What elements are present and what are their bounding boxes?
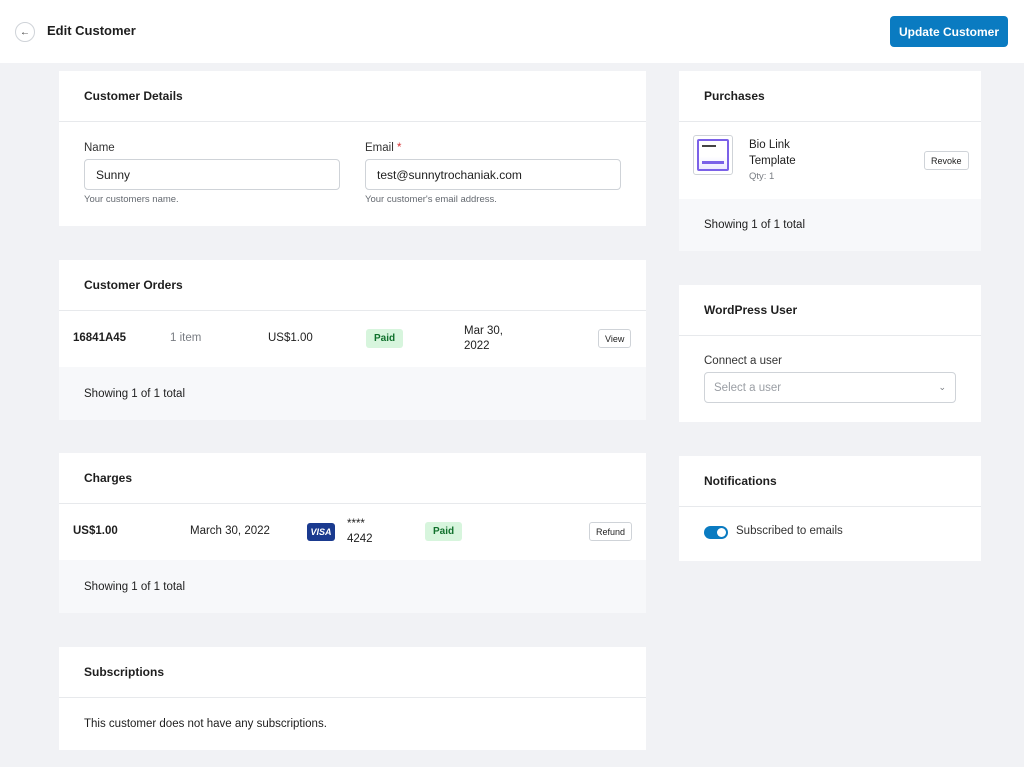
order-id[interactable]: 16841A45: [73, 332, 126, 344]
subscribed-emails-label: Subscribed to emails: [736, 525, 843, 537]
list-item: Bio Link Template Qty: 1 Revoke: [679, 122, 981, 198]
card-number-last4: 4242: [347, 533, 373, 545]
wordpress-user-title: WordPress User: [679, 285, 981, 336]
wordpress-user-card: WordPress User Connect a user Select a u…: [679, 285, 981, 422]
email-label-text: Email: [365, 142, 394, 154]
purchases-footer: Showing 1 of 1 total: [679, 199, 981, 251]
back-arrow-icon[interactable]: ←: [15, 22, 35, 42]
required-mark: *: [396, 142, 402, 154]
purchases-title: Purchases: [679, 71, 981, 122]
name-label: Name: [84, 142, 115, 154]
status-badge: Paid: [425, 522, 463, 541]
top-bar: ← Edit Customer Update Customer: [0, 0, 1024, 63]
notifications-card: Notifications Subscribed to emails: [679, 456, 981, 561]
order-date-line1: Mar 30,: [464, 325, 503, 337]
refund-button[interactable]: Refund: [589, 522, 633, 541]
purchases-card: Purchases Bio Link Template Qty: 1 Revok…: [679, 71, 981, 251]
page-title: Edit Customer: [47, 23, 136, 38]
charge-amount: US$1.00: [73, 525, 118, 537]
select-user-placeholder: Select a user: [714, 381, 782, 394]
chevron-down-icon: ⌄: [938, 382, 946, 392]
order-date: Mar 30, 2022: [464, 324, 503, 354]
product-name-line1: Bio Link: [749, 139, 790, 151]
order-items: 1 item: [170, 332, 202, 344]
name-input[interactable]: [84, 159, 340, 190]
email-input[interactable]: [365, 159, 621, 190]
table-row: US$1.00 March 30, 2022 VISA **** 4242 Pa…: [59, 504, 646, 560]
product-qty: Qty: 1: [749, 171, 775, 182]
card-number-mask: ****: [347, 518, 365, 530]
product-thumbnail: [693, 135, 733, 175]
update-customer-button[interactable]: Update Customer: [890, 16, 1008, 47]
connect-user-label: Connect a user: [704, 355, 782, 367]
order-date-line2: 2022: [464, 340, 490, 352]
charge-date: March 30, 2022: [190, 525, 270, 537]
subscriptions-title: Subscriptions: [59, 647, 646, 698]
card-number: **** 4242: [347, 517, 373, 547]
product-name-line2: Template: [749, 155, 796, 167]
product-name: Bio Link Template: [749, 137, 796, 169]
subscriptions-empty-text: This customer does not have any subscrip…: [84, 718, 327, 730]
customer-orders-title: Customer Orders: [59, 260, 646, 311]
orders-footer: Showing 1 of 1 total: [59, 367, 646, 420]
name-help-text: Your customers name.: [84, 194, 179, 205]
email-help-text: Your customer's email address.: [365, 194, 497, 205]
charges-card: Charges US$1.00 March 30, 2022 VISA ****…: [59, 453, 646, 613]
order-amount: US$1.00: [268, 332, 313, 344]
customer-details-title: Customer Details: [59, 71, 646, 122]
charges-title: Charges: [59, 453, 646, 504]
table-row: 16841A45 1 item US$1.00 Paid Mar 30, 202…: [59, 311, 646, 367]
revoke-button[interactable]: Revoke: [924, 151, 969, 170]
select-user-dropdown[interactable]: Select a user ⌄: [704, 372, 956, 403]
customer-details-card: Customer Details Name Your customers nam…: [59, 71, 646, 226]
status-badge: Paid: [366, 329, 404, 348]
subscribed-emails-toggle[interactable]: [704, 526, 728, 539]
subscriptions-card: Subscriptions This customer does not hav…: [59, 647, 646, 750]
view-order-button[interactable]: View: [598, 329, 632, 348]
email-label: Email *: [365, 142, 401, 154]
product-image-icon: [697, 139, 729, 171]
customer-orders-card: Customer Orders 16841A45 1 item US$1.00 …: [59, 260, 646, 420]
notifications-title: Notifications: [679, 456, 981, 507]
visa-card-icon: VISA: [307, 523, 335, 541]
charges-footer: Showing 1 of 1 total: [59, 560, 646, 613]
